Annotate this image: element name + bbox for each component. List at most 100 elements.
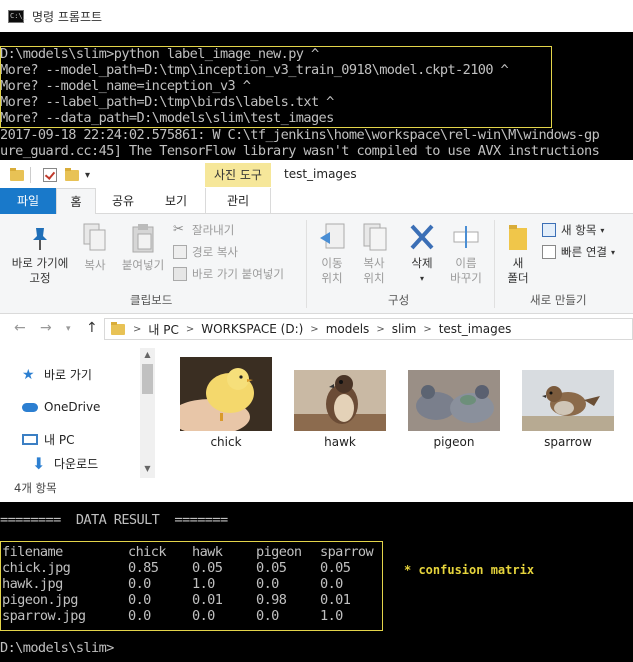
folder-icon [10,167,24,181]
table-cell: 0.05 [192,560,223,576]
back-arrow-icon[interactable]: ← [14,320,26,336]
picture-tools-context-tab: 사진 도구 [205,163,271,187]
cmd-line: ure_guard.cc:45] The TensorFlow library … [0,143,600,159]
recent-locations-icon[interactable]: ▾ [66,324,71,334]
quick-access-toolbar: ▾ [0,163,90,187]
delete-x-icon [410,224,434,250]
download-arrow-icon: ⬇ [32,453,46,473]
new-item-button[interactable]: 새 항목 ▾ [542,222,604,238]
cmd-app-icon: C:\_ [8,9,27,23]
customize-toolbar-icon[interactable]: ▾ [85,170,90,181]
rename-button[interactable]: 이름 바꾸기 [444,222,488,286]
pin-quick-access-button[interactable]: 바로 가기에 고정 [6,226,74,286]
new-folder-icon[interactable] [65,167,79,181]
command-highlight-box [0,46,552,128]
easy-access-icon [542,245,556,259]
table-cell: 0.85 [128,560,159,576]
delete-button[interactable]: 삭제 ▾ [402,222,442,286]
move-to-button[interactable]: 이동 위치 [312,222,352,286]
table-cell: sparrow.jpg [2,608,86,624]
chevron-down-icon: ▾ [600,225,605,235]
table-header-cell: sparrow [320,544,374,560]
table-cell: 0.0 [192,608,215,624]
file-name-pigeon[interactable]: pigeon [408,435,500,449]
table-cell: 0.01 [192,592,223,608]
table-cell: 0.0 [128,608,151,624]
file-thumbnail-chick[interactable] [180,357,272,431]
nav-item-onedrive[interactable]: OneDrive [22,400,100,414]
cmd-console-top[interactable]: D:\models\slim>python label_image_new.py… [0,32,633,160]
table-cell: 0.0 [256,576,279,592]
table-cell: 0.0 [128,592,151,608]
file-thumbnail-pigeon[interactable] [408,370,500,431]
table-cell: chick.jpg [2,560,71,576]
tab-file[interactable]: 파일 [0,188,56,214]
file-thumbnail-sparrow[interactable] [522,370,614,431]
nav-item-this-pc[interactable]: 내 PC [22,431,74,448]
file-name-chick[interactable]: chick [180,435,272,449]
table-cell: 0.98 [256,592,287,608]
tab-manage[interactable]: 관리 [205,188,271,214]
new-folder-button[interactable]: 새 폴더 [500,222,536,286]
paste-icon [132,224,154,253]
folder-icon [111,321,125,335]
properties-icon[interactable] [43,168,57,182]
paste-shortcut-button[interactable]: 바로 가기 붙여넣기 [173,266,284,282]
up-arrow-icon[interactable]: ↑ [86,320,98,336]
table-cell: 0.05 [320,560,351,576]
breadcrumb-this-pc[interactable]: 내 PC [148,321,178,338]
scroll-up-icon[interactable]: ▲ [140,348,155,362]
tab-share[interactable]: 공유 [100,188,146,214]
forward-arrow-icon[interactable]: → [40,320,52,336]
table-cell: 0.01 [320,592,351,608]
rename-icon [453,226,479,248]
copy-path-button[interactable]: 경로 복사 [173,244,238,260]
copy-to-button[interactable]: 복사 위치 [354,222,394,286]
table-header-cell: filename [2,544,63,560]
cmd-title-bar: C:\_ 명령 프롬프트 [0,0,633,32]
table-cell: 1.0 [192,576,215,592]
table-cell: 0.05 [256,560,287,576]
paste-button[interactable]: 붙여넣기 [118,222,168,273]
address-bar[interactable]: > 내 PC > WORKSPACE (D:) > models > slim … [104,318,633,340]
table-cell: 0.0 [128,576,151,592]
table-cell: 0.0 [320,576,343,592]
breadcrumb-test-images[interactable]: test_images [439,322,512,336]
scroll-down-icon[interactable]: ▼ [140,462,155,476]
easy-access-button[interactable]: 빠른 연결 ▾ [542,244,615,260]
computer-icon [22,434,38,445]
tab-home[interactable]: 홈 [56,188,96,215]
file-name-sparrow[interactable]: sparrow [522,435,614,449]
cmd-line: 2017-09-18 22:24:02.575861: W C:\tf_jenk… [0,127,600,143]
table-cell: pigeon.jpg [2,592,78,608]
status-item-count: 4개 항목 [0,480,633,502]
tab-view[interactable]: 보기 [150,188,202,214]
confusion-matrix-note: * confusion matrix [404,563,535,577]
file-thumbnail-hawk[interactable] [294,370,386,431]
copy-icon [83,223,106,251]
cut-button[interactable]: ✂ 잘라내기 [173,222,234,238]
group-label-new: 새로 만들기 [530,293,587,307]
copy-path-icon [173,245,187,259]
new-item-icon [542,223,556,237]
pin-icon [33,228,47,250]
breadcrumb-workspace[interactable]: WORKSPACE (D:) [201,322,303,336]
file-name-hawk[interactable]: hawk [294,435,386,449]
table-header-cell: chick [128,544,167,560]
star-icon: ★ [22,366,35,383]
nav-item-quick-access[interactable]: ★ 바로 가기 [22,366,92,383]
scissors-icon: ✂ [173,222,184,237]
paste-shortcut-icon [173,267,187,281]
window-title: test_images [284,167,357,181]
copy-button[interactable]: 복사 [78,222,112,273]
result-header: ======== DATA RESULT ======= [0,512,228,528]
breadcrumb-slim[interactable]: slim [392,322,417,336]
nav-scroll-thumb[interactable] [142,364,153,394]
cmd-window-title: 명령 프롬프트 [32,9,103,24]
nav-item-downloads[interactable]: ⬇ 다운로드 [32,455,98,472]
cmd-prompt[interactable]: D:\models\slim> [0,640,114,656]
chevron-down-icon: ▾ [610,247,615,257]
group-label-organize: 구성 [388,293,410,307]
new-folder-icon [509,225,527,250]
breadcrumb-models[interactable]: models [326,322,370,336]
